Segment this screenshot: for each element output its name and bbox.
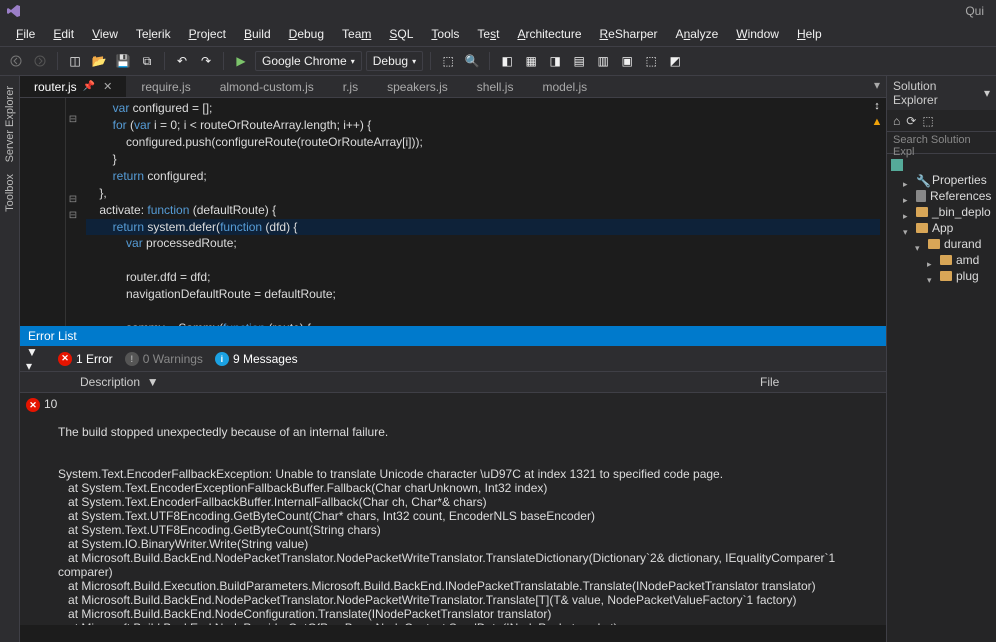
open-file-icon[interactable]: 📂	[89, 51, 109, 71]
titlebar: Qui	[0, 0, 996, 22]
menu-sql[interactable]: SQL	[381, 24, 421, 44]
menu-team[interactable]: Team	[334, 24, 379, 44]
close-icon[interactable]: ✕	[103, 80, 112, 93]
tree-item[interactable]: References	[889, 188, 994, 204]
sync-icon[interactable]: ⟳	[906, 114, 916, 128]
tab-r[interactable]: r.js	[329, 76, 373, 97]
code-text[interactable]: var configured = []; for (var i = 0; i <…	[80, 98, 886, 326]
solution-explorer: Solution Explorer▾ ⌂ ⟳ ⬚ Search Solution…	[886, 76, 996, 642]
pin-icon[interactable]: 📌	[83, 81, 95, 92]
config-selector[interactable]: Debug▾	[366, 51, 423, 71]
menu-build[interactable]: Build	[236, 24, 279, 44]
rail-server-explorer[interactable]: Server Explorer	[4, 86, 16, 162]
menu-analyze[interactable]: Analyze	[668, 24, 727, 44]
toolbar-icon[interactable]: ◧	[497, 51, 517, 71]
toolbar-icon[interactable]: 🔍	[462, 51, 482, 71]
tree-item[interactable]: App	[889, 220, 994, 236]
tab-overflow-icon[interactable]: ▾	[868, 76, 886, 97]
menu-window[interactable]: Window	[728, 24, 787, 44]
filter-icon[interactable]: ▼ ▾	[26, 349, 46, 369]
main-toolbar: ◫ 📂 💾 ⧉ ↶ ↷ ▶ Google Chrome▾ Debug▾ ⬚ 🔍 …	[0, 46, 996, 76]
tab-shell[interactable]: shell.js	[463, 76, 529, 97]
solution-search[interactable]: Search Solution Expl	[887, 132, 996, 154]
menu-view[interactable]: View	[84, 24, 126, 44]
toolbar-icon[interactable]: ▦	[521, 51, 541, 71]
save-icon[interactable]: 💾	[113, 51, 133, 71]
tree-item[interactable]: 🔧Properties	[889, 172, 994, 188]
menu-debug[interactable]: Debug	[281, 24, 332, 44]
tool-icon[interactable]: ⬚	[922, 114, 933, 128]
editor-corner-icons: ↕ ▲	[870, 100, 884, 130]
solution-header[interactable]: Solution Explorer▾	[887, 76, 996, 110]
menu-test[interactable]: Test	[469, 24, 507, 44]
tree-item[interactable]: _bin_deplo	[889, 204, 994, 220]
menu-help[interactable]: Help	[789, 24, 830, 44]
fold-column[interactable]: ⊟ ⊟ ⊟	[66, 98, 80, 326]
start-icon[interactable]: ▶	[231, 51, 251, 71]
menu-architecture[interactable]: Architecture	[509, 24, 589, 44]
toolbar-icon[interactable]: ▤	[569, 51, 589, 71]
menu-telerik[interactable]: Telerik	[128, 24, 179, 44]
tab-speakers[interactable]: speakers.js	[373, 76, 463, 97]
warn-icon[interactable]: ▲	[870, 116, 884, 130]
error-icon: ✕	[26, 398, 40, 412]
dropdown-icon[interactable]: ▾	[984, 86, 990, 100]
warnings-filter[interactable]: !0 Warnings	[125, 352, 203, 366]
menu-tools[interactable]: Tools	[423, 24, 467, 44]
line-gutter	[20, 98, 66, 326]
messages-filter[interactable]: i9 Messages	[215, 352, 298, 366]
error-list-body[interactable]: ✕ 10 The build stopped unexpectedly beca…	[20, 393, 886, 625]
menu-file[interactable]: File	[8, 24, 43, 44]
menu-resharper[interactable]: ReSharper	[592, 24, 666, 44]
undo-icon[interactable]: ↶	[172, 51, 192, 71]
menubar: File Edit View Telerik Project Build Deb…	[0, 22, 996, 46]
rail-toolbox[interactable]: Toolbox	[4, 174, 16, 212]
home-icon[interactable]: ⌂	[893, 114, 900, 128]
solution-root[interactable]	[889, 158, 994, 172]
left-sidebar-rail: Server Explorer Toolbox	[0, 76, 20, 642]
solution-tree[interactable]: 🔧PropertiesReferences_bin_deploAppdurand…	[887, 154, 996, 642]
redo-icon[interactable]: ↷	[196, 51, 216, 71]
tree-item[interactable]: plug	[889, 268, 994, 284]
solution-toolbar: ⌂ ⟳ ⬚	[887, 110, 996, 132]
error-row[interactable]: ✕ 10 The build stopped unexpectedly beca…	[26, 397, 880, 625]
error-list-header[interactable]: Error List	[20, 326, 886, 346]
toolbar-icon[interactable]: ▥	[593, 51, 613, 71]
toolbar-icon[interactable]: ▣	[617, 51, 637, 71]
toolbar-icon[interactable]: ⬚	[438, 51, 458, 71]
error-description: The build stopped unexpectedly because o…	[58, 397, 880, 625]
editor-area: router.js📌✕ require.js almond-custom.js …	[20, 76, 886, 642]
nav-back-icon[interactable]	[6, 51, 26, 71]
split-icon[interactable]: ↕	[870, 100, 884, 114]
menu-edit[interactable]: Edit	[45, 24, 82, 44]
tab-router[interactable]: router.js📌✕	[20, 76, 127, 97]
error-grid-header[interactable]: Description ▼ File	[20, 372, 886, 393]
browser-selector[interactable]: Google Chrome▾	[255, 51, 362, 71]
tab-almond[interactable]: almond-custom.js	[206, 76, 329, 97]
menu-project[interactable]: Project	[181, 24, 234, 44]
new-project-icon[interactable]: ◫	[65, 51, 85, 71]
toolbar-icon[interactable]: ⬚	[641, 51, 661, 71]
error-list-toolbar: ▼ ▾ ✕1 Error !0 Warnings i9 Messages	[20, 346, 886, 372]
tree-item[interactable]: amd	[889, 252, 994, 268]
titlebar-quicklaunch[interactable]: Qui	[965, 4, 990, 18]
save-all-icon[interactable]: ⧉	[137, 51, 157, 71]
toolbar-icon[interactable]: ◨	[545, 51, 565, 71]
tree-item[interactable]: durand	[889, 236, 994, 252]
tab-require[interactable]: require.js	[127, 76, 205, 97]
editor-tabstrip: router.js📌✕ require.js almond-custom.js …	[20, 76, 886, 98]
main-content: Server Explorer Toolbox router.js📌✕ requ…	[0, 76, 996, 642]
vs-logo-icon	[6, 3, 22, 19]
errors-filter[interactable]: ✕1 Error	[58, 352, 113, 366]
nav-fwd-icon[interactable]	[30, 51, 50, 71]
tab-model[interactable]: model.js	[528, 76, 602, 97]
toolbar-icon[interactable]: ◩	[665, 51, 685, 71]
code-editor[interactable]: ⊟ ⊟ ⊟ var configured = []; for (var i = …	[20, 98, 886, 326]
